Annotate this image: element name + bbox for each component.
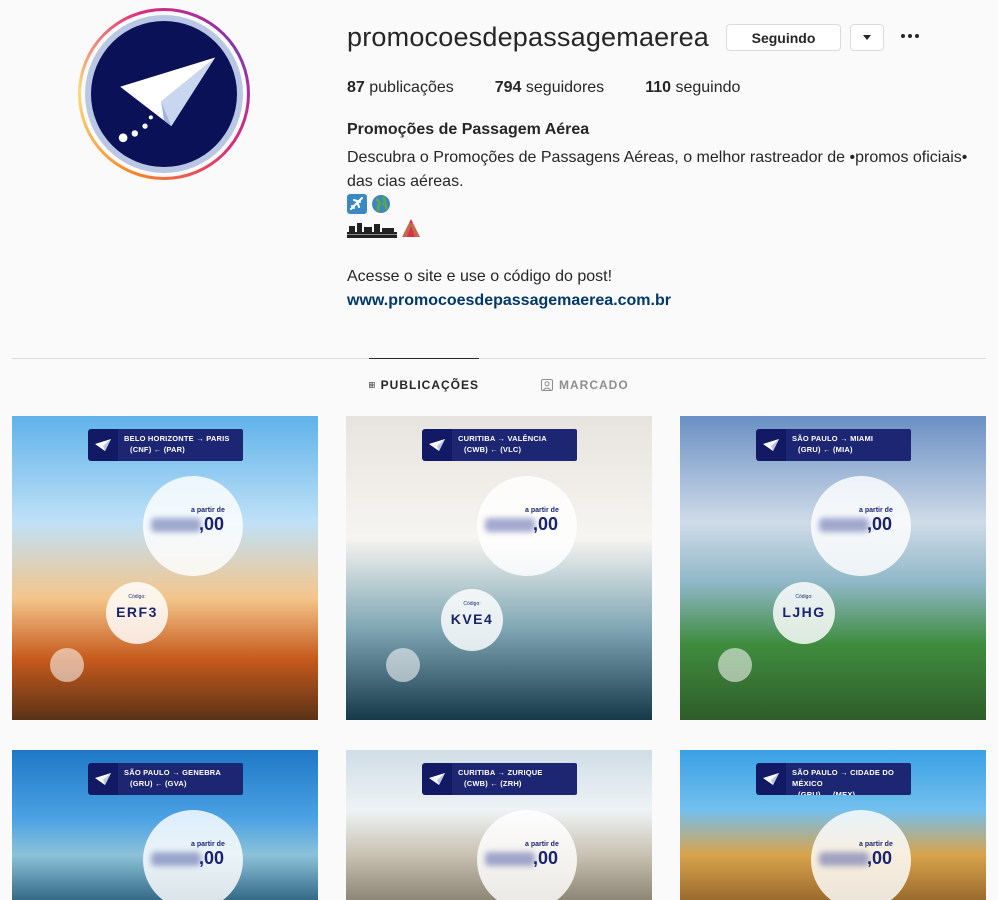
price-circle: a partir de ,00 <box>811 476 911 576</box>
airplane-emoji-icon <box>347 194 367 214</box>
profile-avatar[interactable] <box>78 8 250 180</box>
decorative-circle <box>50 648 84 682</box>
price-label: a partir de <box>525 507 559 514</box>
price-cents: ,00 <box>533 848 559 868</box>
price-label: a partir de <box>525 841 559 848</box>
followers-stat[interactable]: 794 seguidores <box>495 79 604 97</box>
profile-bio: Descubra o Promoções de Passagens Aéreas… <box>347 149 968 190</box>
bio-call-to-action: Acesse o site e use o código do post! <box>347 268 613 285</box>
price-blurred <box>151 852 201 866</box>
price-cents: ,00 <box>199 848 225 868</box>
decorative-circle <box>386 648 420 682</box>
price-blurred <box>151 518 201 532</box>
route-tag: BELO HORIZONTE → PARIS (CNF) ← (PAR) <box>88 429 243 461</box>
more-options-button[interactable] <box>898 26 922 46</box>
promo-code: KVE4 <box>450 611 494 627</box>
route-tag: SÃO PAULO → GENEBRA (GRU) ← (GVA) <box>88 763 243 795</box>
globe-emoji-icon <box>372 195 390 213</box>
price-label: a partir de <box>859 507 893 514</box>
posts-count: 87 <box>347 79 365 96</box>
route-tag: SÃO PAULO → CIDADE DO MÉXICO (GRU) ← (ME… <box>756 763 911 795</box>
following-stat[interactable]: 110 seguindo <box>645 79 740 97</box>
grid-icon <box>369 381 375 388</box>
price-cents: ,00 <box>533 514 559 534</box>
post-tile[interactable]: SÃO PAULO → MIAMI (GRU) ← (MIA) a partir… <box>680 416 986 720</box>
cityscape-emoji-icon <box>347 223 397 238</box>
price-cents: ,00 <box>199 514 225 534</box>
tab-tagged[interactable]: MARCADO <box>541 359 629 411</box>
route-text: SÃO PAULO → MIAMI (GRU) ← (MIA) <box>786 429 911 461</box>
posts-label: publicações <box>369 79 454 96</box>
price-blurred <box>485 518 535 532</box>
tab-tagged-label: MARCADO <box>559 378 629 392</box>
paper-plane-icon <box>422 429 452 461</box>
dot-icon <box>908 34 912 38</box>
promo-code-label: Código: <box>128 594 146 600</box>
post-tile[interactable]: CURITIBA → VALÊNCIA (CWB) ← (VLC) a part… <box>346 416 652 720</box>
promo-code-label: Código: <box>463 601 481 607</box>
profile-website-link[interactable]: www.promocoesdepassagemaerea.com.br <box>347 292 671 310</box>
price-blurred <box>819 852 869 866</box>
promo-code: ERF3 <box>116 604 158 620</box>
price-circle: a partir de ,00 <box>811 810 911 900</box>
followers-label: seguidores <box>525 79 605 96</box>
bio-emoji-line: 🏙️🌋 <box>347 218 421 238</box>
price-blurred <box>485 852 535 866</box>
paper-plane-logo-icon <box>118 57 216 143</box>
price-label: a partir de <box>859 841 893 848</box>
paper-plane-icon <box>756 763 786 795</box>
post-tile[interactable]: SÃO PAULO → CIDADE DO MÉXICO (GRU) ← (ME… <box>680 750 986 900</box>
price-cents: ,00 <box>867 514 893 534</box>
promo-code-circle: Código: LJHG <box>773 582 835 644</box>
price-circle: a partir de ,00 <box>477 476 577 576</box>
profile-stats: 87 publicações 794 seguidores 110 seguin… <box>347 79 740 97</box>
route-tag: CURITIBA → VALÊNCIA (CWB) ← (VLC) <box>422 429 577 461</box>
route-tag: SÃO PAULO → MIAMI (GRU) ← (MIA) <box>756 429 911 461</box>
chevron-down-icon <box>863 35 871 40</box>
promo-code-circle: Código: ERF3 <box>106 582 168 644</box>
promo-code-label: Código: <box>795 594 813 600</box>
price-circle: a partir de ,00 <box>477 810 577 900</box>
profile-username: promocoesdepassagemaerea <box>347 22 710 52</box>
post-tile[interactable]: BELO HORIZONTE → PARIS (CNF) ← (PAR) a p… <box>12 416 318 720</box>
decorative-circle <box>718 648 752 682</box>
following-button[interactable]: Seguindo <box>726 24 841 51</box>
paper-plane-icon <box>422 763 452 795</box>
bio-emoji-line: ✈️🌍 <box>347 194 391 214</box>
post-tile[interactable]: CURITIBA → ZURIQUE (CWB) ← (ZRH) a parti… <box>346 750 652 900</box>
price-circle: a partir de ,00 <box>143 476 243 576</box>
tagged-icon <box>541 379 553 391</box>
volcano-emoji-icon <box>402 219 420 237</box>
price-label: a partir de <box>191 507 225 514</box>
tab-posts[interactable]: PUBLICAÇÕES <box>369 358 479 410</box>
followers-count: 794 <box>494 79 522 96</box>
price-circle: a partir de ,00 <box>143 810 243 900</box>
route-text: SÃO PAULO → CIDADE DO MÉXICO (GRU) ← (ME… <box>786 763 911 795</box>
post-tile[interactable]: SÃO PAULO → GENEBRA (GRU) ← (GVA) a part… <box>12 750 318 900</box>
price-label: a partir de <box>191 841 225 848</box>
tab-posts-label: PUBLICAÇÕES <box>380 377 479 392</box>
route-text: CURITIBA → VALÊNCIA (CWB) ← (VLC) <box>452 429 577 461</box>
tabs-divider <box>12 358 986 359</box>
price-cents: ,00 <box>867 848 893 868</box>
paper-plane-icon <box>756 429 786 461</box>
dot-icon <box>901 34 905 38</box>
price-blurred <box>819 518 869 532</box>
profile-full-name: Promoções de Passagem Aérea <box>347 121 590 138</box>
following-label: seguindo <box>675 79 741 96</box>
posts-count-stat: 87 publicações <box>347 79 454 97</box>
dot-icon <box>915 34 919 38</box>
paper-plane-icon <box>88 763 118 795</box>
suggestions-dropdown-button[interactable] <box>850 24 884 51</box>
paper-plane-icon <box>88 429 118 461</box>
route-text: BELO HORIZONTE → PARIS (CNF) ← (PAR) <box>118 429 243 461</box>
route-text: SÃO PAULO → GENEBRA (GRU) ← (GVA) <box>118 763 243 795</box>
route-text: CURITIBA → ZURIQUE (CWB) ← (ZRH) <box>452 763 577 795</box>
following-count: 110 <box>645 79 671 96</box>
promo-code-circle: Código: KVE4 <box>441 589 503 651</box>
route-tag: CURITIBA → ZURIQUE (CWB) ← (ZRH) <box>422 763 577 795</box>
promo-code: LJHG <box>782 604 826 620</box>
